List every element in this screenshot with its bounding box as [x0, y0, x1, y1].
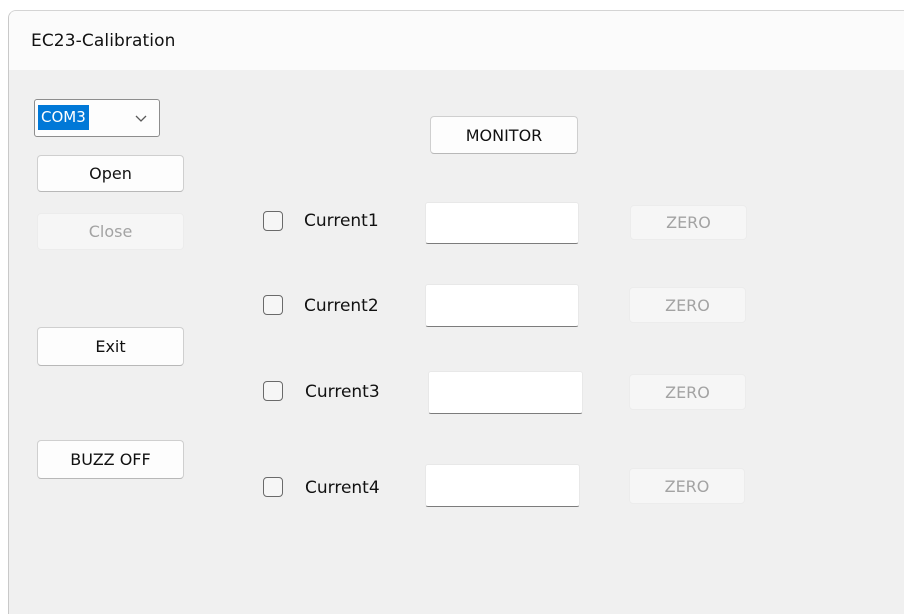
chevron-down-icon[interactable] [133, 110, 149, 126]
close-button[interactable]: Close [37, 213, 184, 250]
exit-button[interactable]: Exit [37, 327, 184, 366]
buzz-off-button[interactable]: BUZZ OFF [37, 440, 184, 479]
current4-field[interactable] [425, 464, 580, 507]
com-port-selected-value: COM3 [38, 105, 89, 130]
current3-field[interactable] [428, 371, 583, 414]
current3-zero-button[interactable]: ZERO [629, 374, 746, 410]
current2-label: Current2 [304, 296, 379, 316]
current4-checkbox[interactable] [263, 477, 283, 497]
current2-field[interactable] [425, 284, 579, 327]
current1-checkbox[interactable] [263, 211, 283, 231]
open-button[interactable]: Open [37, 155, 184, 192]
app-window: EC23-Calibration COM3 Open Close Exit BU… [8, 10, 904, 614]
current3-checkbox[interactable] [263, 381, 283, 401]
window-title: EC23-Calibration [31, 31, 176, 51]
current4-zero-button[interactable]: ZERO [629, 468, 745, 504]
com-port-select[interactable]: COM3 [34, 99, 160, 137]
current1-zero-button[interactable]: ZERO [630, 205, 747, 240]
current4-label: Current4 [305, 478, 380, 498]
current1-field[interactable] [425, 202, 579, 244]
current2-checkbox[interactable] [263, 295, 283, 315]
title-bar: EC23-Calibration [9, 11, 904, 70]
current3-label: Current3 [305, 382, 380, 402]
monitor-button[interactable]: MONITOR [430, 116, 578, 154]
current2-zero-button[interactable]: ZERO [629, 287, 746, 323]
current1-label: Current1 [304, 211, 379, 231]
